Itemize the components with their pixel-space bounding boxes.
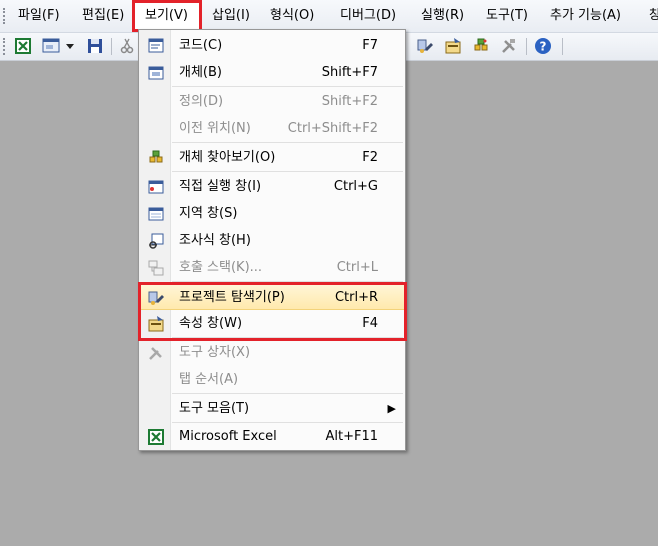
save-icon[interactable] [86, 37, 104, 55]
call-stack-icon [148, 260, 164, 276]
help-icon[interactable]: ? [534, 37, 552, 55]
toolbar-separator [526, 38, 527, 55]
toolbar-separator [111, 38, 112, 55]
menu-item-definition[interactable]: 정의(D) Shift+F2 [139, 88, 405, 115]
menu-debug[interactable]: 디버그(D) [340, 0, 396, 32]
insert-userform-icon[interactable] [42, 37, 60, 55]
project-explorer-icon[interactable] [416, 37, 434, 55]
cut-icon[interactable] [118, 37, 136, 55]
menu-item-toolbox[interactable]: 도구 상자(X) [139, 339, 405, 366]
menu-item-code[interactable]: 코드(C) F7 [139, 32, 405, 59]
menu-item-tab-order[interactable]: 탭 순서(A) [139, 366, 405, 393]
menu-divider [172, 171, 403, 172]
menu-addins[interactable]: 추가 기능(A) [550, 0, 621, 32]
menu-tools[interactable]: 도구(T) [486, 0, 528, 32]
menu-divider [172, 86, 403, 87]
menu-file[interactable]: 파일(F) [18, 0, 60, 32]
menu-insert[interactable]: 삽입(I) [212, 0, 250, 32]
toolbox-icon [149, 347, 162, 360]
menu-window[interactable]: 창 [649, 0, 658, 32]
chevron-down-icon[interactable] [66, 44, 74, 50]
properties-window-icon[interactable] [444, 37, 462, 55]
menu-item-locals-window[interactable]: 지역 창(S) [139, 200, 405, 227]
excel-icon[interactable] [14, 37, 32, 55]
toolbox-icon[interactable] [500, 37, 518, 55]
locals-window-icon [148, 207, 164, 221]
watch-window-icon [149, 233, 164, 249]
menu-edit[interactable]: 편집(E) [82, 0, 124, 32]
submenu-arrow-icon: ▶ [387, 402, 396, 415]
highlight-annotation-box [138, 282, 407, 341]
code-window-icon [148, 38, 164, 53]
svg-text:?: ? [540, 40, 547, 54]
menu-item-call-stack[interactable]: 호출 스택(K)... Ctrl+L [139, 254, 405, 281]
toolbar-grip[interactable] [3, 38, 7, 55]
menu-item-immediate-window[interactable]: 직접 실행 창(I) Ctrl+G [139, 173, 405, 200]
excel-icon [148, 429, 164, 445]
menu-view[interactable]: 보기(V) [132, 0, 202, 32]
menu-item-toolbars[interactable]: 도구 모음(T) ▶ [139, 395, 405, 422]
menu-format[interactable]: 형식(O) [270, 0, 314, 32]
object-browser-icon [149, 150, 163, 163]
object-browser-icon[interactable] [472, 37, 490, 55]
menu-run[interactable]: 실행(R) [421, 0, 464, 32]
menu-item-microsoft-excel[interactable]: Microsoft Excel Alt+F11 [139, 423, 405, 450]
toolbar-separator [562, 38, 563, 55]
menubar-grip[interactable] [3, 8, 7, 24]
menu-item-object[interactable]: 개체(B) Shift+F7 [139, 59, 405, 86]
menu-item-object-browser[interactable]: 개체 찾아보기(O) F2 [139, 144, 405, 171]
object-window-icon [148, 66, 164, 80]
menu-item-watch-window[interactable]: 조사식 창(H) [139, 227, 405, 254]
menu-divider [172, 142, 403, 143]
immediate-window-icon [148, 180, 164, 194]
menu-divider [172, 393, 403, 394]
view-menu-dropdown: 코드(C) F7 개체(B) Shift+F7 정의(D) Shift+F2 이… [138, 29, 406, 451]
menu-item-last-position[interactable]: 이전 위치(N) Ctrl+Shift+F2 [139, 115, 405, 142]
